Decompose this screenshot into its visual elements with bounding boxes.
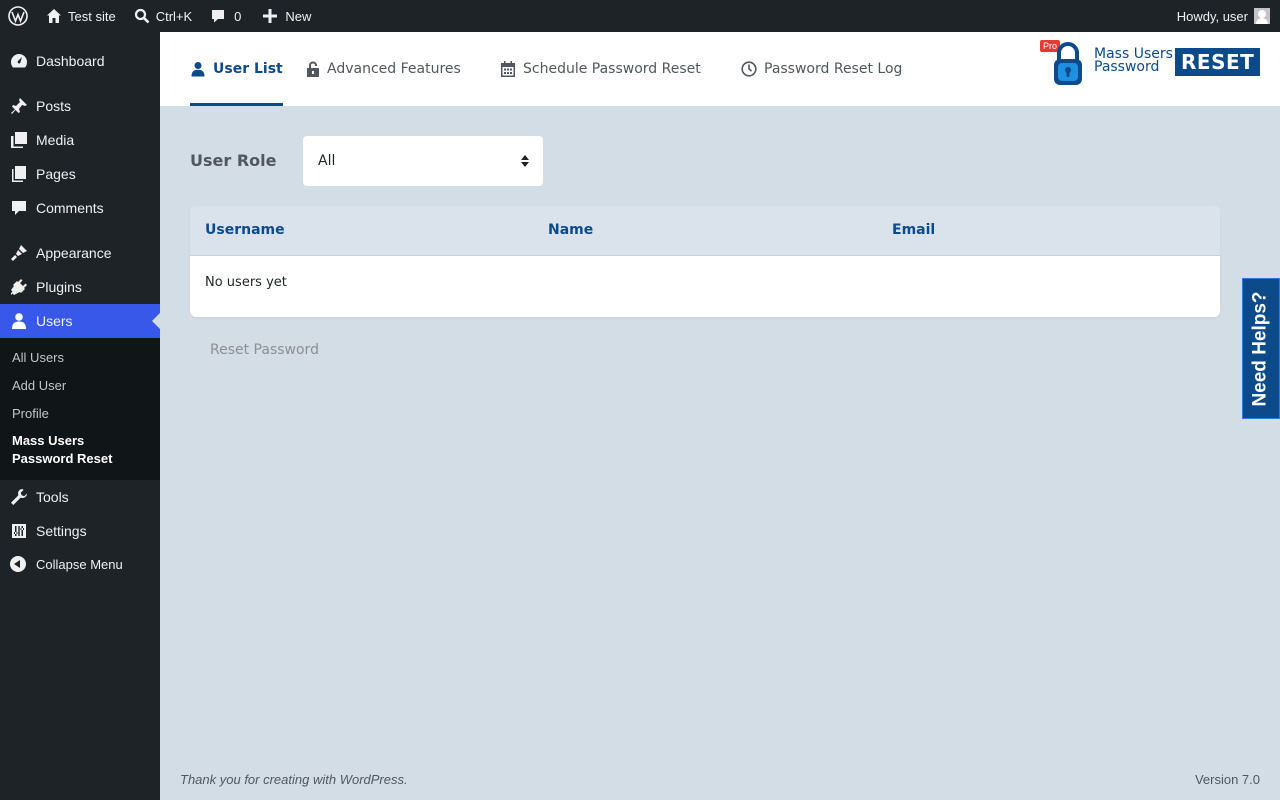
logo-reset-word: RESET bbox=[1175, 48, 1261, 76]
tab-label: Schedule Password Reset bbox=[523, 61, 701, 77]
wrench-icon bbox=[11, 489, 27, 505]
new-label: New bbox=[285, 8, 312, 24]
users-table: Username Name Email No users yet bbox=[190, 206, 1220, 317]
plus-icon bbox=[263, 9, 278, 23]
collapse-icon bbox=[10, 556, 26, 572]
user-role-select[interactable]: All bbox=[303, 136, 543, 186]
tab-label: Advanced Features bbox=[327, 61, 461, 77]
sort-arrows-icon bbox=[521, 155, 529, 167]
pages-icon bbox=[12, 166, 26, 182]
sidebar-item-label: Pages bbox=[36, 166, 76, 182]
sliders-icon bbox=[12, 524, 26, 538]
sidebar-item-label: Plugins bbox=[36, 279, 82, 295]
submenu-all-users[interactable]: All Users bbox=[12, 350, 64, 365]
sidebar-item-tools[interactable]: Tools bbox=[0, 480, 160, 514]
admin-bar: Test site Ctrl+K 0 New Howdy, user bbox=[0, 0, 1280, 32]
account-menu[interactable]: Howdy, user bbox=[1177, 8, 1280, 24]
brush-icon bbox=[11, 245, 27, 261]
sidebar-item-label: Appearance bbox=[36, 245, 112, 261]
empty-message: No users yet bbox=[205, 275, 287, 290]
tab-label: Password Reset Log bbox=[764, 61, 903, 77]
reset-password-button[interactable]: Reset Password bbox=[210, 342, 319, 358]
need-help-label: Need Helps? bbox=[1250, 290, 1271, 407]
padlock-icon bbox=[1054, 42, 1082, 85]
sidebar-item-media[interactable]: Media bbox=[0, 123, 160, 157]
submenu-mass-users-password-reset[interactable]: Mass Users Password Reset bbox=[12, 432, 132, 468]
sidebar-item-posts[interactable]: Posts bbox=[0, 89, 160, 123]
users-submenu: All Users Add User Profile Mass Users Pa… bbox=[0, 338, 160, 480]
new-content-button[interactable]: New bbox=[249, 0, 319, 32]
sidebar-item-label: Users bbox=[36, 313, 73, 329]
submenu-add-user[interactable]: Add User bbox=[12, 378, 66, 393]
sidebar-item-users[interactable]: Users bbox=[0, 304, 160, 338]
search-shortcut: Ctrl+K bbox=[155, 8, 193, 24]
sidebar-item-plugins[interactable]: Plugins bbox=[0, 270, 160, 304]
footer-version: Version 7.0 bbox=[1194, 772, 1260, 787]
tab-advanced-features[interactable]: Advanced Features bbox=[306, 32, 461, 106]
calendar-icon bbox=[501, 61, 515, 77]
clock-icon bbox=[741, 61, 757, 77]
comment-icon bbox=[12, 201, 26, 215]
plugin-logo: Pro Mass Users Password RESET bbox=[1040, 40, 1261, 90]
need-help-tab[interactable]: Need Helps? bbox=[1242, 278, 1280, 419]
home-icon bbox=[47, 9, 61, 23]
user-icon bbox=[12, 313, 26, 329]
howdy-text: Howdy, user bbox=[1176, 8, 1248, 24]
sidebar-item-label: Posts bbox=[36, 98, 72, 114]
logo-line-2: Password bbox=[1094, 59, 1160, 75]
site-name: Test site bbox=[68, 8, 116, 24]
collapse-label: Collapse Menu bbox=[36, 556, 123, 572]
lock-icon bbox=[307, 61, 319, 77]
wordpress-icon bbox=[8, 6, 28, 26]
user-role-selected: All bbox=[318, 153, 336, 169]
tab-password-reset-log[interactable]: Password Reset Log bbox=[741, 32, 902, 106]
tab-schedule-password-reset[interactable]: Schedule Password Reset bbox=[500, 32, 701, 106]
sidebar-item-label: Comments bbox=[36, 200, 104, 216]
plug-icon bbox=[11, 279, 27, 295]
column-username[interactable]: Username bbox=[205, 222, 285, 238]
submenu-profile[interactable]: Profile bbox=[12, 406, 49, 421]
comments-link[interactable]: 0 bbox=[200, 0, 249, 32]
search-button[interactable]: Ctrl+K bbox=[124, 0, 200, 32]
tab-label: User List bbox=[213, 61, 283, 77]
search-icon bbox=[134, 8, 150, 24]
sidebar-item-settings[interactable]: Settings bbox=[0, 514, 160, 548]
comment-icon bbox=[212, 10, 225, 23]
comments-count: 0 bbox=[234, 8, 242, 24]
column-email[interactable]: Email bbox=[892, 222, 935, 238]
admin-sidebar: Dashboard Posts Media Pages Comments App… bbox=[0, 32, 160, 800]
user-icon bbox=[191, 62, 205, 77]
user-role-label: User Role bbox=[190, 151, 277, 170]
sidebar-item-label: Dashboard bbox=[36, 53, 105, 69]
sidebar-item-label: Media bbox=[36, 132, 75, 148]
sidebar-item-pages[interactable]: Pages bbox=[0, 157, 160, 191]
collapse-menu-button[interactable]: Collapse Menu bbox=[0, 554, 123, 574]
dashboard-icon bbox=[10, 54, 28, 68]
sidebar-item-comments[interactable]: Comments bbox=[0, 191, 160, 225]
plugin-header: User List Advanced Features Schedule Pas… bbox=[160, 32, 1280, 106]
sidebar-item-label: Settings bbox=[36, 523, 87, 539]
sidebar-item-dashboard[interactable]: Dashboard bbox=[0, 44, 160, 78]
column-name[interactable]: Name bbox=[548, 222, 593, 238]
media-icon bbox=[11, 132, 27, 148]
footer-thanks: Thank you for creating with WordPress. bbox=[180, 772, 408, 787]
table-header: Username Name Email bbox=[190, 206, 1220, 256]
sidebar-item-label: Tools bbox=[36, 489, 69, 505]
logo-text: Mass Users Password bbox=[1094, 47, 1173, 75]
pin-icon bbox=[11, 98, 27, 114]
site-name-link[interactable]: Test site bbox=[36, 0, 124, 32]
sidebar-item-appearance[interactable]: Appearance bbox=[0, 236, 160, 270]
wordpress-logo-button[interactable] bbox=[0, 0, 36, 32]
avatar bbox=[1254, 8, 1270, 24]
tab-user-list[interactable]: User List bbox=[190, 32, 283, 106]
